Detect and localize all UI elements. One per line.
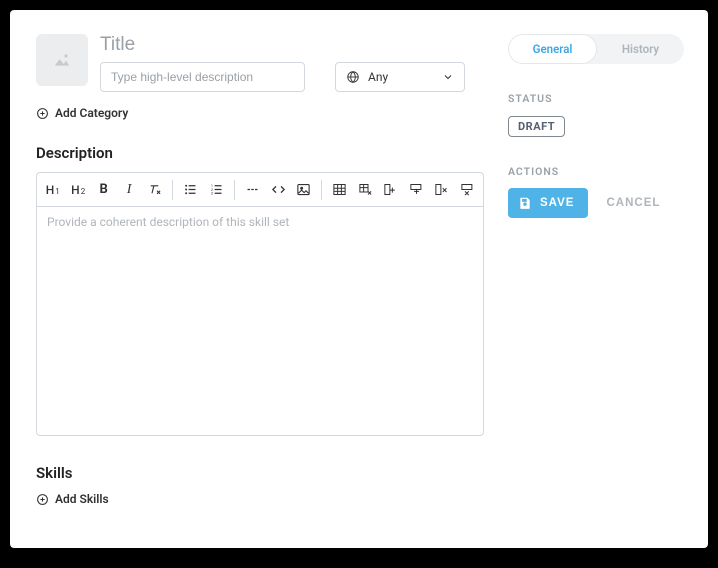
bullet-list-button[interactable] [179, 177, 202, 203]
add-category-button[interactable]: Add Category [36, 106, 484, 120]
image-button[interactable] [292, 177, 315, 203]
skills-heading: Skills [36, 464, 484, 482]
add-category-label: Add Category [55, 106, 128, 120]
cancel-button[interactable]: CANCEL [606, 197, 660, 209]
delete-row-icon [460, 182, 475, 197]
tab-history[interactable]: History [597, 34, 684, 64]
save-icon [518, 196, 532, 210]
tab-general[interactable]: General [508, 34, 597, 64]
description-heading: Description [36, 144, 484, 162]
actions-row: SAVE CANCEL [508, 188, 684, 218]
toolbar-separator [321, 180, 322, 200]
add-column-button[interactable] [379, 177, 402, 203]
heading1-button[interactable]: H1 [41, 177, 64, 203]
bullet-list-icon [183, 182, 198, 197]
save-button[interactable]: SAVE [508, 188, 588, 218]
table-icon [332, 182, 347, 197]
main-column: Any Add Category Description [10, 10, 508, 548]
italic-button[interactable]: I [117, 177, 140, 203]
delete-table-icon [358, 182, 373, 197]
clear-format-button[interactable] [143, 177, 166, 203]
skills-section: Skills Add Skills [36, 464, 484, 506]
ordered-list-icon: 123 [209, 182, 224, 197]
delete-column-icon [434, 182, 449, 197]
header-row: Any [36, 34, 484, 92]
delete-table-button[interactable] [354, 177, 377, 203]
add-skills-label: Add Skills [55, 492, 109, 506]
ordered-list-button[interactable]: 123 [205, 177, 228, 203]
status-badge: DRAFT [508, 116, 565, 137]
thumbnail-placeholder[interactable] [36, 34, 88, 86]
hr-icon [245, 182, 260, 197]
page-card: Any Add Category Description [10, 10, 708, 548]
svg-text:3: 3 [211, 192, 213, 196]
heading2-button[interactable]: H2 [66, 177, 89, 203]
plus-circle-icon [36, 107, 49, 120]
title-input[interactable] [100, 34, 484, 56]
globe-icon [346, 70, 360, 84]
delete-column-button[interactable] [430, 177, 453, 203]
table-button[interactable] [328, 177, 351, 203]
image-icon [52, 52, 72, 68]
header-fields: Any [100, 34, 484, 92]
sidebar: General History STATUS DRAFT ACTIONS SAV… [508, 10, 708, 548]
code-button[interactable] [266, 177, 289, 203]
clear-format-icon [147, 182, 162, 197]
add-row-icon [409, 182, 424, 197]
toolbar-separator [172, 180, 173, 200]
plus-circle-icon [36, 493, 49, 506]
language-value: Any [368, 70, 388, 84]
status-label: STATUS [508, 92, 684, 105]
add-skills-button[interactable]: Add Skills [36, 492, 484, 506]
header-second-row: Any [100, 62, 484, 92]
subtitle-input[interactable] [100, 62, 305, 92]
sidebar-tabs: General History [508, 34, 684, 64]
chevron-down-icon [442, 71, 454, 83]
language-select[interactable]: Any [335, 62, 465, 92]
toolbar-separator [234, 180, 235, 200]
rich-text-editor: H1 H2 B I 123 [36, 172, 484, 436]
horizontal-rule-button[interactable] [241, 177, 264, 203]
add-column-icon [383, 182, 398, 197]
delete-row-button[interactable] [456, 177, 479, 203]
editor-toolbar: H1 H2 B I 123 [37, 173, 483, 207]
actions-label: ACTIONS [508, 165, 684, 178]
code-icon [271, 182, 286, 197]
bold-button[interactable]: B [92, 177, 115, 203]
save-button-label: SAVE [540, 197, 574, 209]
editor-textarea[interactable]: Provide a coherent description of this s… [37, 207, 483, 435]
image-insert-icon [296, 182, 311, 197]
add-row-button[interactable] [405, 177, 428, 203]
